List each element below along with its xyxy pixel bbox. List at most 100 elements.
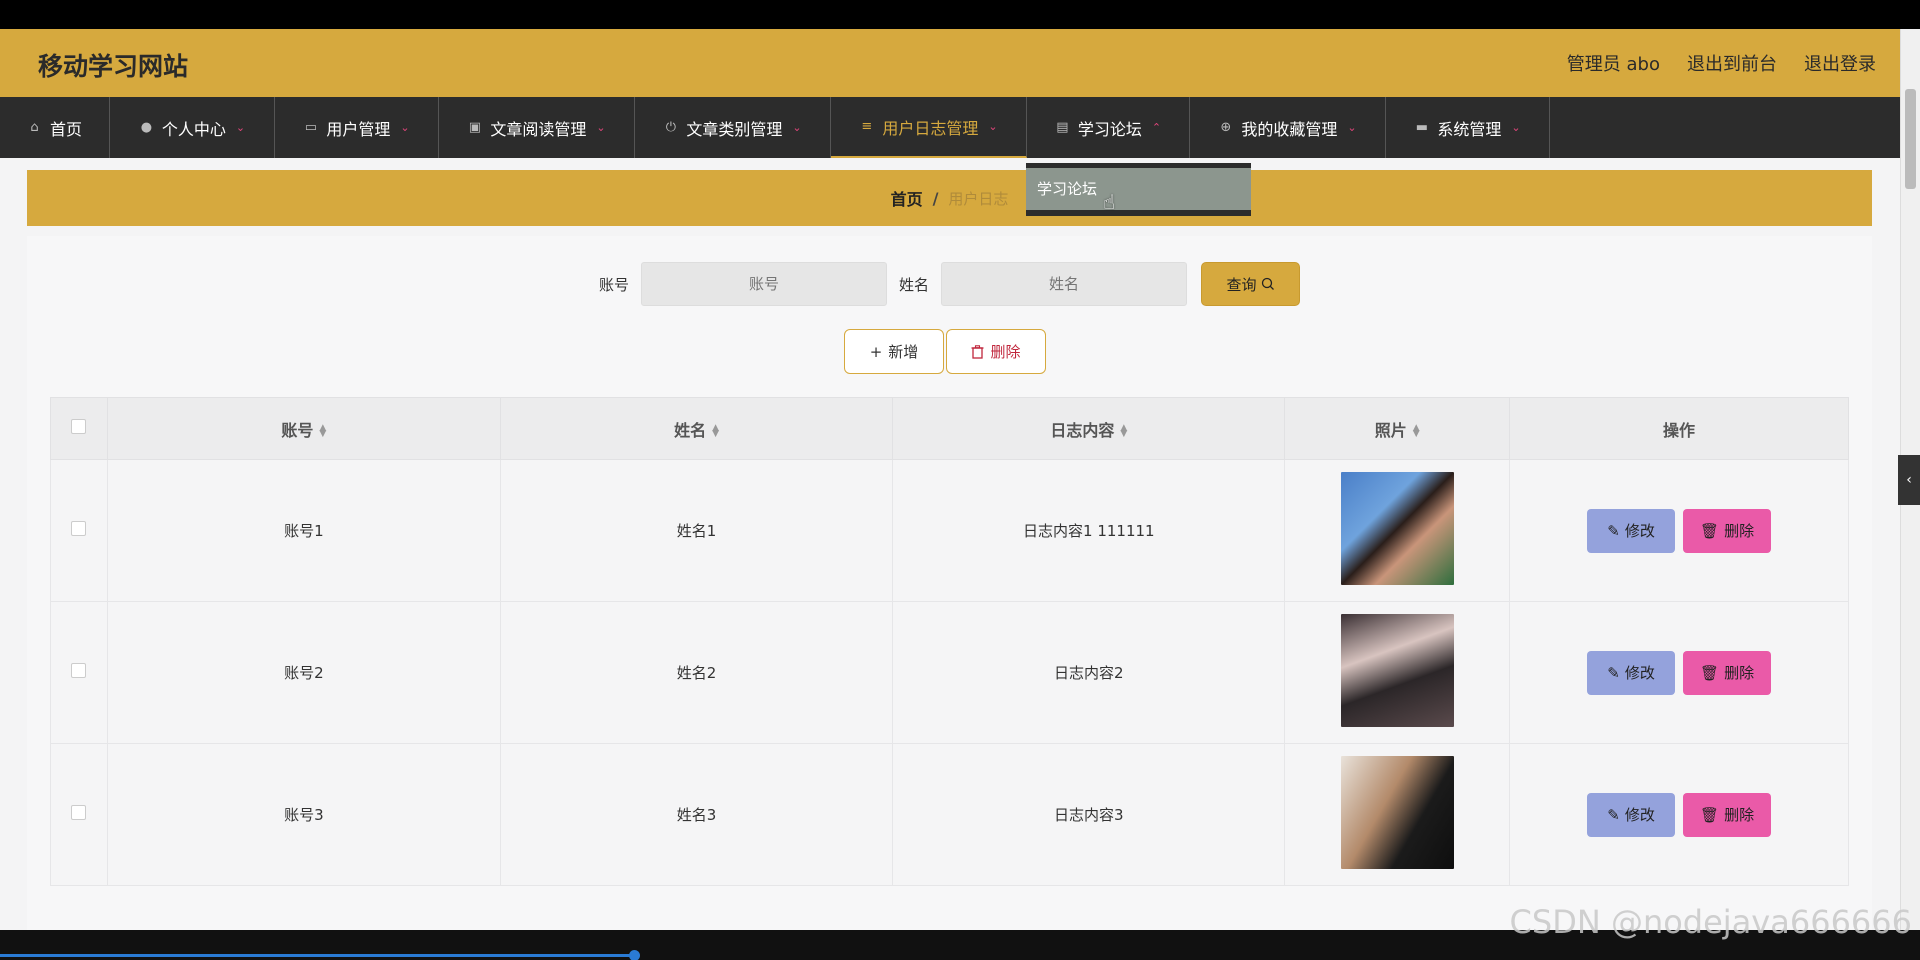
chevron-down-icon: ⌄ xyxy=(1347,121,1357,134)
trash-icon: 🗑 xyxy=(1700,805,1720,824)
column-header-name[interactable]: 姓名 ▲ ▼ xyxy=(499,397,894,460)
nav-item-label: 首页 xyxy=(49,119,82,139)
side-collapse-tab[interactable]: ‹ xyxy=(1898,455,1920,505)
name-cell: 姓名2 xyxy=(499,601,894,744)
trash-icon: 🗑 xyxy=(1700,663,1720,682)
delete-button[interactable]: 🗑 删除 xyxy=(1683,792,1772,837)
column-header-account[interactable]: 账号 ▲ ▼ xyxy=(106,397,501,460)
breadcrumb: 首页 / 用户日志 xyxy=(27,170,1872,226)
edit-icon: ✎ xyxy=(1607,663,1620,682)
content-cell: 日志内容3 xyxy=(892,743,1286,886)
name-input[interactable] xyxy=(941,262,1188,306)
nav-item-personal-center[interactable]: ● 个人中心 ⌄ xyxy=(110,97,275,158)
actions-cell: ✎ 修改 🗑 删除 xyxy=(1509,459,1849,602)
batch-delete-label: 删除 xyxy=(990,343,1021,361)
nav-item-label: 用户管理 xyxy=(326,119,391,139)
nav-item-label: 文章类别管理 xyxy=(686,119,783,139)
home-icon: ⌂ xyxy=(30,120,39,135)
select-all-cell xyxy=(50,397,108,460)
row-checkbox-cell xyxy=(50,743,108,886)
name-label: 姓名 xyxy=(899,275,930,294)
nav-item-label: 系统管理 xyxy=(1437,119,1502,139)
account-input[interactable] xyxy=(641,262,887,306)
id-card-icon: ▭ xyxy=(304,120,318,135)
table-row: 账号3 姓名3 日志内容3 ✎ 修改 🗑 删除 xyxy=(50,743,1849,886)
column-header-photo[interactable]: 照片 ▲ ▼ xyxy=(1284,397,1511,460)
chevron-down-icon: ⌄ xyxy=(1511,121,1521,134)
scrollbar-thumb[interactable] xyxy=(1905,89,1916,189)
nav-item-label: 用户日志管理 xyxy=(882,118,979,138)
photo-cell xyxy=(1284,743,1511,886)
chevron-up-icon: ⌃ xyxy=(1151,121,1162,134)
user-photo[interactable] xyxy=(1340,614,1454,727)
sort-icon: ▲ ▼ xyxy=(712,423,720,439)
nav-item-label: 我的收藏管理 xyxy=(1241,119,1338,139)
video-progress-bar[interactable] xyxy=(0,954,635,957)
photo-cell xyxy=(1284,459,1511,602)
sort-icon: ▲ ▼ xyxy=(1412,423,1420,439)
name-cell: 姓名3 xyxy=(499,743,894,886)
add-button-label: 新增 xyxy=(888,343,919,361)
trash-icon: 🗑 xyxy=(1700,521,1720,540)
crosshair-icon: ⊕ xyxy=(1220,120,1232,135)
user-photo[interactable] xyxy=(1340,472,1454,585)
row-checkbox[interactable] xyxy=(71,663,87,678)
nav-item-article-category[interactable]: ⏻ 文章类别管理 ⌄ xyxy=(635,97,831,158)
nav-item-user-management[interactable]: ▭ 用户管理 ⌄ xyxy=(275,97,439,158)
column-header-actions: 操作 xyxy=(1509,397,1849,460)
search-icon xyxy=(1261,277,1274,290)
nav-item-home[interactable]: ⌂ 首页 xyxy=(0,97,110,158)
name-cell: 姓名1 xyxy=(499,459,894,602)
chevron-down-icon: ⌄ xyxy=(792,121,802,134)
account-label: 账号 xyxy=(598,275,629,294)
edit-button[interactable]: ✎ 修改 xyxy=(1587,650,1676,695)
edit-button[interactable]: ✎ 修改 xyxy=(1587,508,1676,553)
to-front-link[interactable]: 退出到前台 xyxy=(1687,50,1777,76)
delete-button[interactable]: 🗑 删除 xyxy=(1683,650,1772,695)
edit-button[interactable]: ✎ 修改 xyxy=(1587,792,1676,837)
actions-cell: ✎ 修改 🗑 删除 xyxy=(1509,743,1849,886)
admin-label[interactable]: 管理员 abo xyxy=(1567,50,1660,76)
nav-item-user-log[interactable]: ≡ 用户日志管理 ⌄ xyxy=(831,97,1027,158)
chevron-left-icon: ‹ xyxy=(1906,472,1912,488)
account-cell: 账号3 xyxy=(106,743,501,886)
action-row: + 新增 删除 xyxy=(844,329,1046,374)
batch-delete-button[interactable]: 删除 xyxy=(946,329,1046,374)
log-panel: 账号 姓名 查询 + 新增 删除 账号▲▼ xyxy=(27,236,1872,930)
row-checkbox-cell xyxy=(50,601,108,744)
column-header-content[interactable]: 日志内容 ▲ ▼ xyxy=(892,397,1286,460)
user-photo[interactable] xyxy=(1340,756,1454,869)
query-button-label: 查询 xyxy=(1226,275,1257,294)
row-checkbox[interactable] xyxy=(71,805,87,820)
chat-icon: ▤ xyxy=(1056,120,1069,135)
plus-icon: + xyxy=(869,342,883,361)
account-cell: 账号2 xyxy=(106,601,501,744)
breadcrumb-home[interactable]: 首页 xyxy=(891,186,923,210)
clipboard-icon: ▣ xyxy=(468,120,482,135)
nav-item-forum[interactable]: ▤ 学习论坛 ⌃ xyxy=(1027,97,1190,158)
table-header-row: 账号 ▲ ▼ 姓名 ▲ ▼ 日志内容 ▲ ▼ 照片 ▲ ▼ 操作 xyxy=(50,397,1849,460)
select-all-checkbox[interactable] xyxy=(71,419,87,434)
main-nav: ⌂ 首页 ● 个人中心 ⌄ ▭ 用户管理 ⌄ ▣ 文章阅读管理 ⌄ ⏻ 文章类别… xyxy=(0,97,1900,158)
dropdown-item-forum[interactable]: 学习论坛 xyxy=(1026,168,1251,210)
forum-dropdown: 学习论坛 xyxy=(1026,163,1251,216)
nav-item-system[interactable]: ▬ 系统管理 ⌄ xyxy=(1386,97,1550,158)
log-table: 账号 ▲ ▼ 姓名 ▲ ▼ 日志内容 ▲ ▼ 照片 ▲ ▼ 操作 账号1 姓名1 日志内容1 1… xyxy=(50,397,1849,886)
nav-item-article-reading[interactable]: ▣ 文章阅读管理 ⌄ xyxy=(439,97,635,158)
nav-item-label: 个人中心 xyxy=(161,119,226,139)
actions-cell: ✎ 修改 🗑 删除 xyxy=(1509,601,1849,744)
table-row: 账号2 姓名2 日志内容2 ✎ 修改 🗑 删除 xyxy=(50,601,1849,744)
logout-link[interactable]: 退出登录 xyxy=(1804,50,1876,76)
nav-item-favorites[interactable]: ⊕ 我的收藏管理 ⌄ xyxy=(1190,97,1386,158)
row-checkbox[interactable] xyxy=(71,521,87,536)
trash-icon xyxy=(971,344,984,359)
site-header: 移动学习网站 管理员 abo 退出到前台 退出登录 xyxy=(0,29,1900,97)
edit-icon: ✎ xyxy=(1607,805,1620,824)
nav-item-label: 文章阅读管理 xyxy=(490,119,587,139)
query-button[interactable]: 查询 xyxy=(1201,262,1301,306)
sort-icon: ▲ ▼ xyxy=(319,423,327,439)
content-cell: 日志内容1 111111 xyxy=(892,459,1286,602)
add-button[interactable]: + 新增 xyxy=(844,329,944,374)
delete-button[interactable]: 🗑 删除 xyxy=(1683,508,1772,553)
video-progress-handle[interactable] xyxy=(629,950,640,960)
